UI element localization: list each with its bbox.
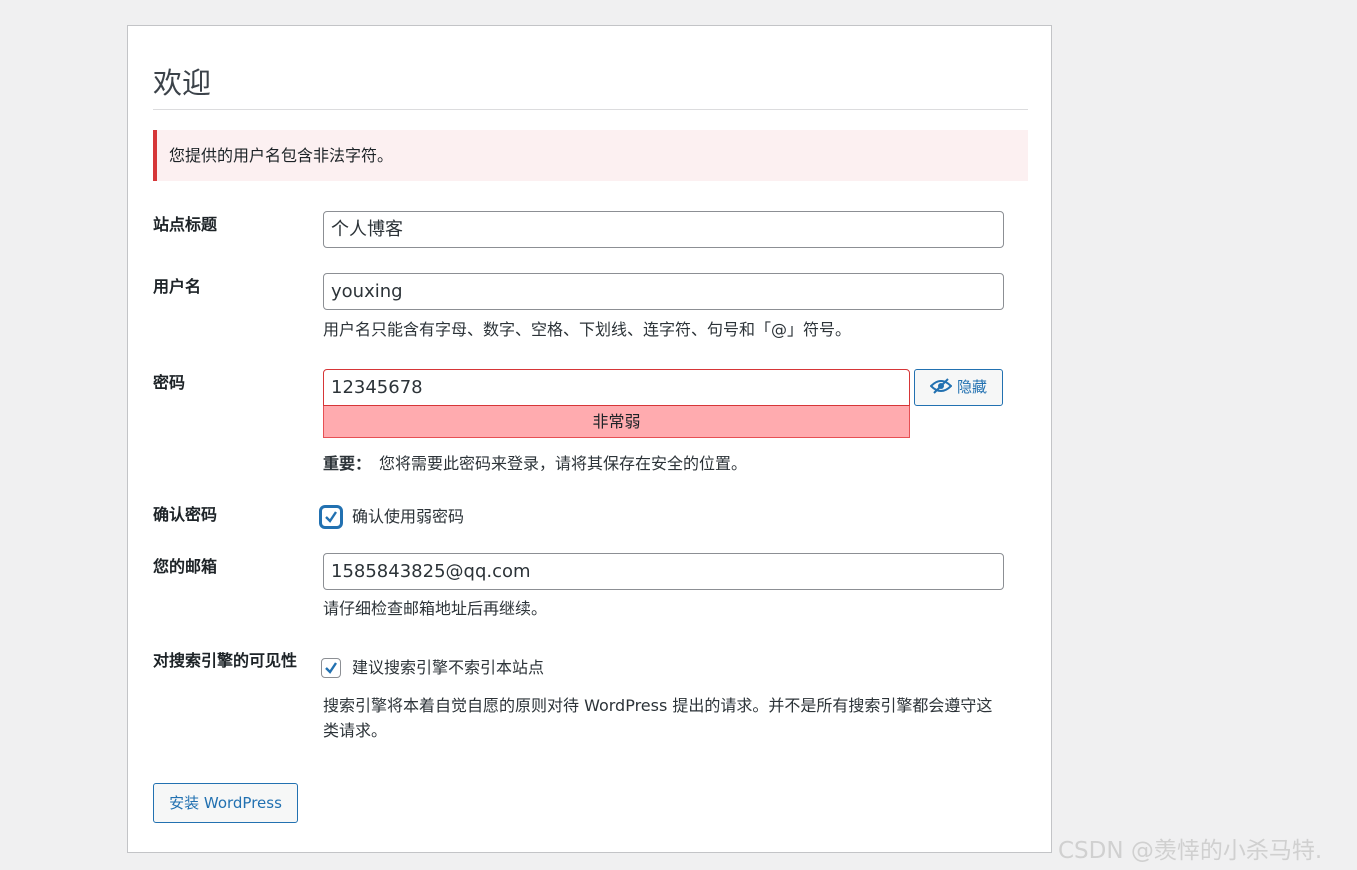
error-notice: 您提供的用户名包含非法字符。	[153, 130, 1028, 181]
confirm-password-label: 确认密码	[153, 505, 218, 524]
checkmark-icon	[325, 511, 337, 523]
username-label: 用户名	[153, 277, 202, 296]
title-divider	[153, 109, 1028, 110]
confirm-weak-password-label[interactable]: 确认使用弱密码	[352, 506, 464, 528]
install-card: 欢迎 您提供的用户名包含非法字符。 站点标题 个人博客 用户名 youxing …	[127, 25, 1052, 853]
password-input[interactable]: 12345678	[323, 369, 910, 406]
password-label: 密码	[153, 373, 186, 392]
discourage-search-checkbox[interactable]	[321, 658, 341, 678]
site-title-input[interactable]: 个人博客	[323, 211, 1004, 248]
email-label: 您的邮箱	[153, 557, 218, 576]
checkmark-icon	[325, 662, 337, 674]
confirm-weak-password-checkbox[interactable]	[321, 507, 341, 527]
email-hint: 请仔细检查邮箱地址后再继续。	[323, 599, 548, 618]
hide-button-label: 隐藏	[956, 378, 987, 396]
search-visibility-hint: 搜索引擎将本着自觉自愿的原则对待 WordPress 提出的请求。并不是所有搜索…	[323, 696, 993, 740]
email-input[interactable]: 1585843825@qq.com	[323, 553, 1004, 590]
important-text: 您将需要此密码来登录，请将其保存在安全的位置。	[379, 454, 748, 473]
csdn-watermark: CSDN @羡悻的小杀马特.	[1058, 838, 1323, 864]
hide-password-button[interactable]: 隐藏	[914, 369, 1003, 406]
username-input[interactable]: youxing	[323, 273, 1004, 310]
password-strength-meter: 非常弱	[323, 406, 910, 438]
page-title: 欢迎	[153, 66, 212, 100]
search-visibility-label: 对搜索引擎的可见性	[153, 651, 298, 670]
important-label: 重要：	[323, 454, 372, 473]
site-title-label: 站点标题	[153, 215, 218, 234]
password-important-note: 重要： 您将需要此密码来登录，请将其保存在安全的位置。	[323, 451, 747, 476]
username-hint: 用户名只能含有字母、数字、空格、下划线、连字符、句号和「@」符号。	[323, 320, 852, 339]
install-wordpress-button[interactable]: 安装 WordPress	[153, 783, 298, 823]
eye-slash-icon	[929, 378, 953, 394]
discourage-search-label[interactable]: 建议搜索引擎不索引本站点	[352, 657, 544, 679]
